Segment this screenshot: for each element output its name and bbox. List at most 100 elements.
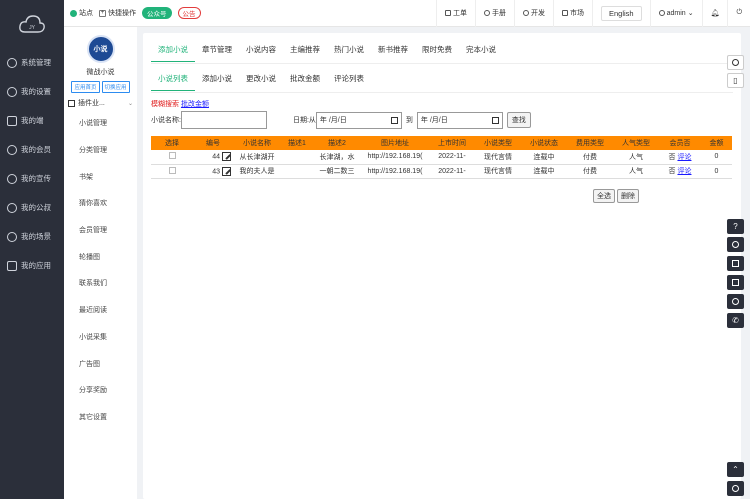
manual-link[interactable]: 手册 [475,0,514,27]
column-header: 上市时间 [429,136,475,150]
sub-nav-item[interactable]: 联系我们 [64,270,137,297]
main-nav-label: 我的宣传 [21,174,51,183]
public-account-badge[interactable]: 公众号 [142,7,172,19]
quick-actions-link[interactable]: + 快捷操作 [99,8,136,18]
column-header: 费用类型 [567,136,613,150]
power-icon: ⏻ [736,9,742,16]
select-cell [151,150,193,165]
main-nav-item[interactable]: 我的场景 [0,222,64,251]
tab-item[interactable]: 批改金额 [283,70,327,91]
tab-item[interactable]: 添加小说 [151,41,195,62]
tab-item[interactable]: 完本小说 [459,41,503,62]
select-cell [151,164,193,179]
amount-cell: 0 [701,164,732,179]
float-qr2-button[interactable] [727,275,744,290]
sub-nav-item[interactable]: 其它设置 [64,404,137,431]
novel-name-input[interactable] [180,111,267,129]
site-link[interactable]: 站点 [70,8,93,18]
edit-icon[interactable] [222,166,231,176]
ticket-link[interactable]: 工单 [436,0,475,27]
comment-link[interactable]: 评论 [677,154,691,161]
sub-nav-item[interactable]: 分享奖励 [64,377,137,404]
amount-cell: 0 [701,150,732,165]
app-home-button[interactable]: 应用首页 [71,81,100,93]
bell-icon: 🔔︎ [710,10,720,17]
tab-item[interactable]: 新书推荐 [371,41,415,62]
date-to-input[interactable]: 年 /月/日 [416,111,503,129]
sub-nav-item[interactable]: 会员管理 [64,217,137,244]
tab-item[interactable]: 章节管理 [195,41,239,62]
column-header: 小说状态 [521,136,567,150]
tab-item[interactable]: 小说内容 [239,41,283,62]
main-nav-item[interactable]: 我的公叔 [0,193,64,222]
tab-item[interactable]: 限时免费 [415,41,459,62]
status-cell: 连载中 [521,164,567,179]
tab-item[interactable]: 更改小说 [239,70,283,91]
sub-nav-item[interactable]: 分类管理 [64,137,137,164]
row-checkbox[interactable] [168,166,176,174]
notice-badge[interactable]: 公告 [177,7,201,19]
main-nav-item[interactable]: 我的会员 [0,135,64,164]
float-doc-button[interactable]: ▯ [727,73,744,88]
secondary-tabs: 小说列表 添加小说 更改小说 批改金额 评论列表 [151,70,371,91]
svg-text:JY: JY [29,25,36,31]
user-menu[interactable]: admin ⌄ [649,0,702,27]
sub-nav-item[interactable]: 轮播图 [64,243,137,270]
logout-button[interactable]: ⏻ [727,0,750,27]
scroll-top-button[interactable]: ⌃ [727,462,744,477]
float-qr-button[interactable] [727,256,744,271]
market-link[interactable]: 市场 [553,0,592,27]
tab-item[interactable]: 主编推荐 [283,41,327,62]
delete-button[interactable]: 删除 [617,189,639,203]
help-icon [484,10,490,16]
sub-nav-item[interactable]: 最近阅读 [64,297,137,324]
bell-icon [732,241,739,248]
desc1-cell [281,150,313,165]
sub-nav-item[interactable]: 猜你喜欢 [64,190,137,217]
switch-app-button[interactable]: 切换应用 [101,81,130,93]
float-bell-button[interactable] [727,237,744,252]
sub-nav-item[interactable]: 小说管理 [64,110,137,137]
edit-icon[interactable] [222,152,231,162]
main-panel: 添加小说 章节管理 小说内容 主编推荐 热门小说 新书推荐 限时免费 完本小说 小说列表 添加小… [143,33,741,499]
float-phone-button[interactable]: ✆ [727,313,744,328]
develop-link[interactable]: 开发 [514,0,553,27]
main-nav-item[interactable]: 我的端 [0,106,64,135]
tab-item[interactable]: 评论列表 [327,70,371,91]
search-button[interactable]: 查找 [506,112,531,128]
row-checkbox[interactable] [168,152,176,160]
plugin-label: 插件业... [78,100,105,107]
float-chat-button[interactable] [727,481,744,496]
tab-item[interactable]: 添加小说 [195,70,239,91]
tab-item[interactable]: 小说列表 [151,70,195,91]
plugin-dropdown[interactable]: 插件业... ⌄ [64,93,137,110]
language-button[interactable]: English [601,5,642,21]
float-link-button[interactable] [727,55,744,70]
column-header: 金额 [701,136,732,150]
select-all-button[interactable]: 全选 [593,189,615,203]
main-nav-item[interactable]: 系统管理 [0,48,64,77]
row-id: 43 [212,167,220,175]
date-to-placeholder: 年 /月/日 [420,117,448,124]
float-help-button[interactable]: ? [727,219,744,234]
notification-button[interactable]: 🔔︎ [701,0,728,27]
question-icon: ? [733,222,738,231]
sub-nav-item[interactable]: 广告图 [64,350,137,377]
app-sidebar: 小说 微战小说 应用首页 切换应用 插件业... ⌄ 小说管理 分类管理 书架 猜你喜… [64,27,137,499]
app-avatar-text: 小说 [93,46,108,53]
logo[interactable]: JY [0,0,64,48]
comment-link[interactable]: 评论 [677,168,691,175]
calendar-icon[interactable] [390,116,398,124]
tab-item[interactable]: 热门小说 [327,41,371,62]
batch-amount-link[interactable]: 批改金额 [181,101,209,108]
float-wechat-button[interactable] [727,294,744,309]
main-nav-item[interactable]: 我的宣传 [0,164,64,193]
search-form: 小说名称: 日期:从 年 /月/日 到 年 /月/日 查找 [151,111,531,129]
sub-nav-item[interactable]: 小说采集 [64,324,137,351]
main-nav-item[interactable]: 我的应用 [0,251,64,280]
sub-nav-item[interactable]: 书架 [64,163,137,190]
main-nav-item[interactable]: 我的设置 [0,77,64,106]
date-from-input[interactable]: 年 /月/日 [315,111,402,129]
table-header: 选择 编号 小说名称 描述1 描述2 图片地址 上市时间 小说类型 小说状态 费用类型 人气类型 会员… [151,136,732,150]
calendar-icon[interactable] [491,116,499,124]
